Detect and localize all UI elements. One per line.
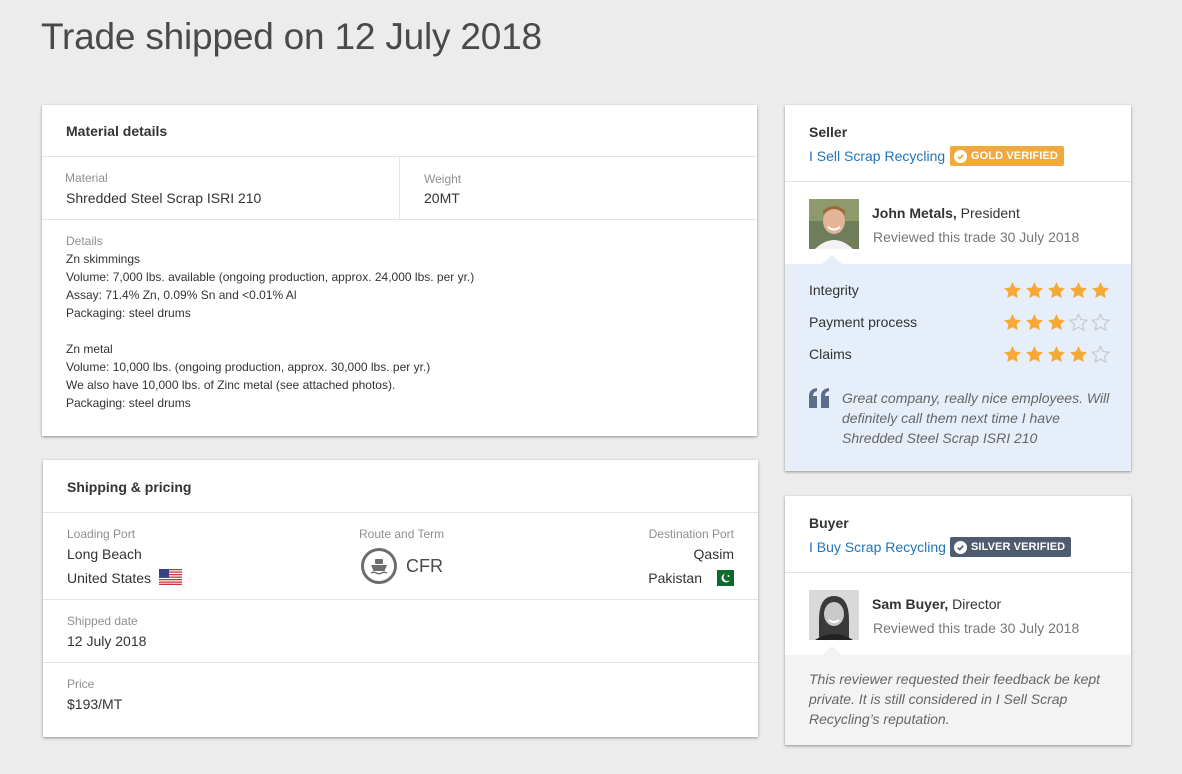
price-value: $193/MT — [67, 696, 123, 712]
shipping-pricing-heading: Shipping & pricing — [67, 479, 192, 495]
weight-label: Weight — [424, 172, 462, 186]
quote-icon — [809, 388, 829, 408]
review-caret — [822, 255, 842, 264]
details-line: Volume: 7,000 lbs. available (ongoing pr… — [66, 270, 475, 284]
material-details-card: Material details Material Shredded Steel… — [42, 105, 757, 436]
weight-value: 20MT — [424, 190, 460, 206]
price-label: Price — [67, 677, 95, 691]
destination-port-country: Pakistan — [648, 570, 702, 586]
star-filled-icon — [1026, 346, 1043, 363]
star-filled-icon — [1070, 282, 1087, 299]
star-filled-icon — [1004, 282, 1021, 299]
pakistan-flag-icon — [711, 570, 734, 586]
destination-port-label: Destination Port — [648, 527, 734, 541]
seller-review-panel: Integrity Payment process Claims Great c… — [785, 255, 1131, 471]
star-filled-icon — [1004, 346, 1021, 363]
shipping-pricing-card: Shipping & pricing Loading Port Long Bea… — [43, 460, 758, 737]
buyer-heading: Buyer — [809, 515, 849, 531]
loading-port-country: United States — [67, 570, 152, 586]
star-filled-icon — [1026, 282, 1043, 299]
material-value: Shredded Steel Scrap ISRI 210 — [66, 190, 262, 206]
us-flag-icon — [159, 569, 182, 585]
star-filled-icon — [1048, 282, 1065, 299]
details-line: We also have 10,000 lbs. of Zinc metal (… — [66, 378, 396, 392]
seller-card: Seller I Sell Scrap Recycling GOLD VERIF… — [785, 105, 1131, 471]
gold-verified-badge: GOLD VERIFIED — [950, 146, 1064, 166]
ship-icon — [361, 548, 397, 584]
destination-port-city: Qasim — [693, 546, 734, 562]
seller-company-link[interactable]: I Sell Scrap Recycling — [809, 148, 945, 164]
loading-port-label: Loading Port — [67, 527, 136, 541]
buyer-reviewer-name: Sam Buyer, Director — [872, 596, 1002, 612]
buyer-private-note: This reviewer requested their feedback b… — [809, 671, 1101, 727]
details-line: Assay: 71.4% Zn, 0.09% Sn and <0.01% Al — [66, 288, 297, 302]
details-line — [66, 322, 474, 340]
buyer-reviewed-date: Reviewed this trade 30 July 2018 — [873, 620, 1080, 636]
seller-reviewer-name: John Metals, President — [872, 205, 1020, 221]
check-icon — [954, 149, 967, 163]
seller-review-quote: Great company, really nice employees. Wi… — [842, 390, 1110, 446]
rating-stars-claims — [1003, 345, 1110, 364]
details-text: Zn skimmings Volume: 7,000 lbs. available… — [66, 250, 474, 412]
rating-stars-integrity — [1003, 281, 1110, 300]
details-line: Zn metal — [66, 342, 113, 356]
buyer-company-link[interactable]: I Buy Scrap Recycling — [809, 539, 946, 555]
route-term-value: CFR — [406, 556, 443, 576]
silver-verified-label: SILVER VERIFIED — [971, 541, 1066, 553]
review-caret — [822, 646, 842, 655]
buyer-card: Buyer I Buy Scrap Recycling SILVER VERIF… — [785, 496, 1131, 745]
details-line: Zn skimmings — [66, 252, 141, 266]
loading-port-city: Long Beach — [67, 546, 142, 562]
seller-heading: Seller — [809, 124, 848, 140]
star-empty-icon — [1091, 345, 1110, 364]
details-line: Packaging: steel drums — [66, 396, 191, 410]
seller-reviewed-date: Reviewed this trade 30 July 2018 — [873, 229, 1080, 245]
star-filled-icon — [1048, 346, 1065, 363]
details-line: Volume: 10,000 lbs. (ongoing production,… — [66, 360, 431, 374]
rating-label-integrity: Integrity — [809, 282, 859, 298]
details-line: Packaging: steel drums — [66, 306, 191, 320]
buyer-reviewer-avatar — [809, 590, 859, 640]
star-empty-icon — [1091, 313, 1110, 332]
check-icon — [954, 540, 967, 554]
rating-label-claims: Claims — [809, 346, 852, 362]
star-filled-icon — [1092, 282, 1109, 299]
seller-reviewer-avatar — [809, 199, 859, 249]
material-details-heading: Material details — [66, 123, 168, 139]
material-label: Material — [65, 171, 108, 185]
details-label: Details — [66, 234, 103, 248]
route-term-label: Route and Term — [359, 527, 445, 541]
rating-label-payment: Payment process — [809, 314, 918, 330]
star-filled-icon — [1004, 314, 1021, 331]
buyer-private-panel: This reviewer requested their feedback b… — [785, 646, 1131, 745]
page-title: Trade shipped on 12 July 2018 — [41, 16, 542, 57]
shipped-date-label: Shipped date — [67, 614, 138, 628]
star-filled-icon — [1048, 314, 1065, 331]
rating-stars-payment — [1003, 313, 1110, 332]
shipped-date-value: 12 July 2018 — [67, 633, 147, 649]
silver-verified-badge: SILVER VERIFIED — [950, 537, 1072, 557]
star-filled-icon — [1026, 314, 1043, 331]
star-filled-icon — [1070, 346, 1087, 363]
star-empty-icon — [1069, 313, 1088, 332]
gold-verified-label: GOLD VERIFIED — [971, 150, 1058, 162]
